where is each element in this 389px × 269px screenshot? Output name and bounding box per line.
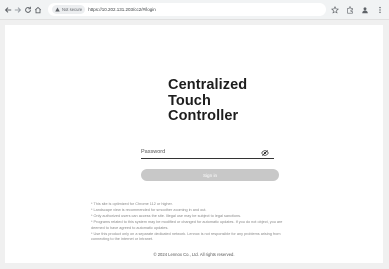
title-line: Controller	[168, 108, 239, 124]
toolbar-right	[326, 4, 386, 15]
browser-window: Not secure https://10.202.131.203/cc2/#/…	[0, 0, 389, 269]
extensions-icon[interactable]	[344, 4, 355, 15]
security-label: Not secure	[61, 7, 83, 12]
menu-kebab-icon[interactable]	[374, 4, 385, 15]
copyright-text: © 2024 Lennox Co., Ltd. All rights reser…	[153, 252, 235, 257]
eye-slash-icon[interactable]	[261, 150, 269, 156]
forward-icon[interactable]	[13, 4, 22, 15]
notice-item: connecting to the internet or Intranet.	[91, 237, 154, 242]
warning-icon	[55, 7, 60, 12]
title-line: Centralized	[168, 77, 248, 93]
security-chip[interactable]: Not secure	[51, 5, 86, 14]
bookmark-star-icon[interactable]	[329, 4, 340, 15]
address-bar[interactable]: Not secure https://10.202.131.203/cc2/#/…	[47, 3, 327, 16]
browser-toolbar: Not secure https://10.202.131.203/cc2/#/…	[0, 0, 389, 20]
app-title: Centralized Touch Controller	[168, 77, 248, 125]
url-text[interactable]: https://10.202.131.203/cc2/#/login	[88, 7, 156, 12]
notice-list: * This site is optimized for Chrome 112 …	[91, 202, 323, 243]
profile-icon[interactable]	[359, 4, 370, 15]
page-background: Centralized Touch Controller Sign in * T…	[0, 20, 389, 269]
back-icon[interactable]	[3, 4, 12, 15]
sign-in-button[interactable]: Sign in	[141, 169, 279, 181]
password-input[interactable]	[141, 145, 274, 159]
reload-icon[interactable]	[23, 4, 32, 15]
home-icon[interactable]	[34, 4, 43, 15]
title-line: Touch	[168, 92, 211, 109]
login-card: Centralized Touch Controller Sign in * T…	[5, 25, 383, 263]
